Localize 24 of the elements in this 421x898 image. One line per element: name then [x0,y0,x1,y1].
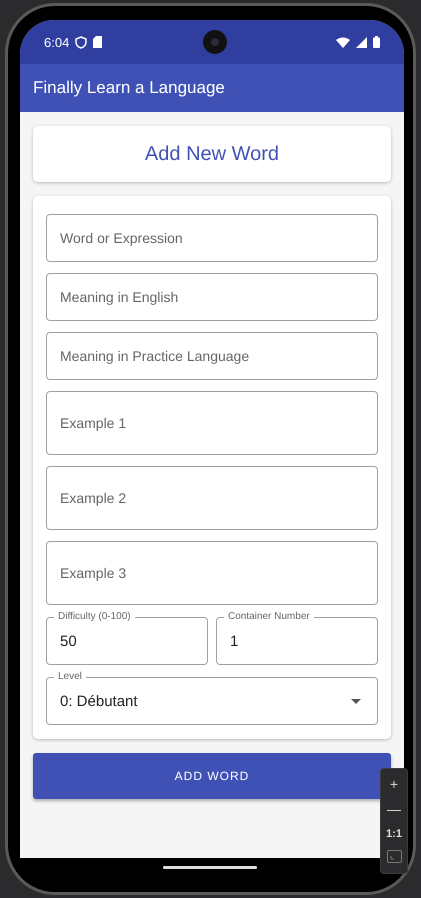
app-title: Finally Learn a Language [33,78,225,98]
input-field[interactable]: Meaning in English [46,273,378,321]
caret-icon [351,698,361,704]
input-field[interactable]: Example 3 [46,541,378,605]
input-field[interactable]: Meaning in Practice Language [46,332,378,380]
level-select[interactable]: Level 0: Débutant [46,670,378,725]
signal-icon [356,36,367,48]
shield-icon [75,36,88,48]
number-field[interactable]: Container Number 1 [216,610,378,665]
sd-card-icon [93,36,102,48]
wifi-icon [336,36,350,48]
add-word-button[interactable]: ADD WORD [33,753,391,799]
number-field[interactable]: Difficulty (0-100) 50 [46,610,208,665]
page-heading: Add New Word [144,142,280,166]
zoom-button[interactable]: + [390,771,398,796]
zoom-button[interactable]: — [387,796,401,821]
battery-icon [373,36,380,48]
input-field[interactable]: Example 1 [46,391,378,455]
zoom-button[interactable]: 1:1 [386,821,402,846]
input-field[interactable]: Word or Expression [46,214,378,262]
input-field[interactable]: Example 2 [46,466,378,530]
status-time: 6:04 [44,34,70,50]
camera-icon [202,29,228,55]
screen-fit-icon[interactable] [386,850,402,863]
